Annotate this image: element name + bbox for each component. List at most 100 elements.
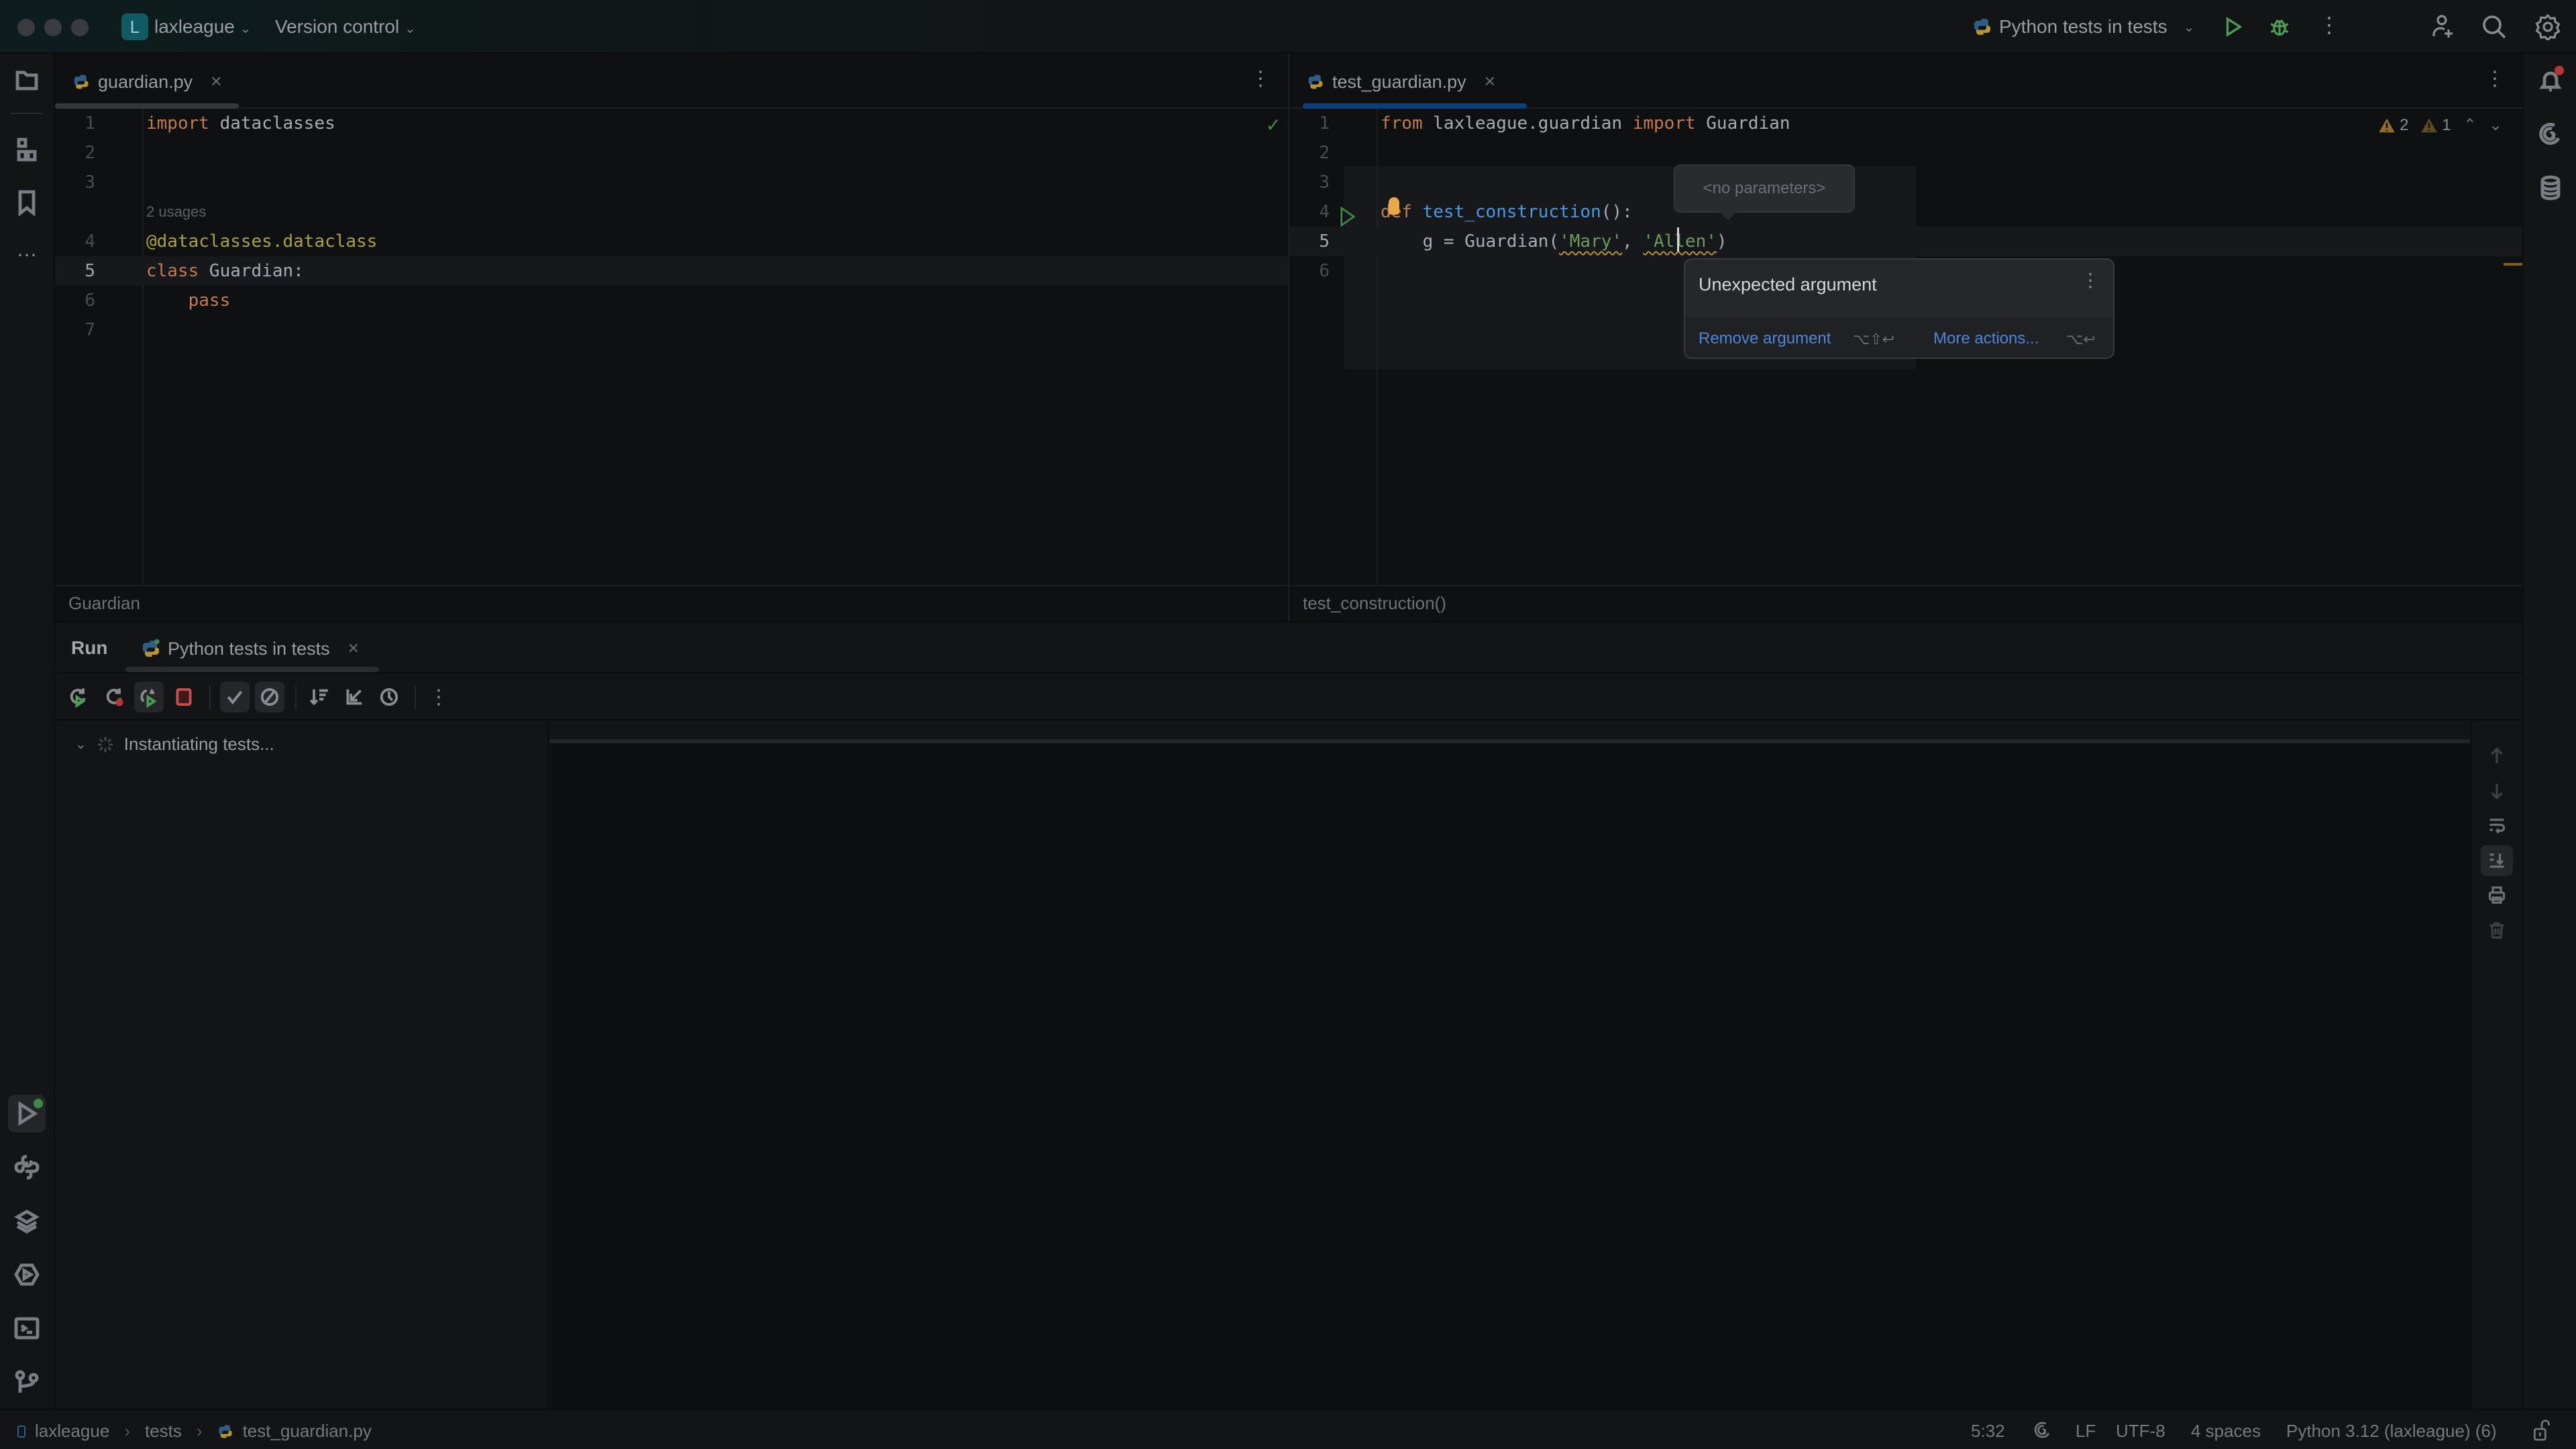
rerun-failed-button[interactable] [99,682,129,712]
soft-wrap-button[interactable] [2481,810,2513,841]
line-number[interactable]: 4 [55,227,95,256]
run-config-selector[interactable]: Python tests in tests ⌄ [1972,16,2194,38]
close-icon[interactable]: ✕ [1484,73,1496,91]
show-passed-button[interactable] [220,682,250,712]
python-packages-button[interactable] [8,1202,46,1240]
ai-assistant-button[interactable] [2532,115,2569,153]
sort-button[interactable] [305,682,334,712]
test-history-button[interactable] [374,682,404,712]
git-button[interactable] [8,1363,46,1401]
clear-console-button[interactable] [2481,915,2513,946]
line-number[interactable]: 5 [1289,227,1330,256]
line-number[interactable]: 5 [55,256,95,286]
line-separator[interactable]: LF [2076,1421,2096,1442]
window-close-button[interactable] [17,19,35,36]
stop-button[interactable] [169,682,199,712]
more-tools-button[interactable]: ⋯ [8,236,46,274]
code-with-me-button[interactable] [2430,12,2457,45]
project-switcher[interactable]: laxleague ⌄ [154,16,251,38]
line-number[interactable]: 1 [1289,109,1330,138]
code-line[interactable]: 5 class Guardian: [55,256,1288,286]
scroll-down-button[interactable] [2481,775,2513,806]
tab-guardian-py[interactable]: guardian.py ✕ [72,67,223,97]
file-encoding[interactable]: UTF-8 [2116,1421,2165,1442]
breadcrumb-project[interactable]: laxleague [35,1421,109,1442]
search-button[interactable] [2481,13,2508,44]
code-line[interactable]: 2 [1289,138,2522,168]
debug-button[interactable] [2267,13,2292,42]
project-tool-button[interactable] [8,62,46,99]
services-button[interactable] [8,1256,46,1293]
breadcrumb-file[interactable]: test_guardian.py [243,1421,372,1442]
code-line[interactable]: 3 [1289,168,2522,197]
code-line[interactable]: 4 def test_construction(): [1289,197,2522,227]
import-tests-button[interactable] [339,682,369,712]
close-icon[interactable]: ✕ [210,73,222,91]
intention-bulb-icon[interactable] [1389,197,1399,215]
readonly-toggle[interactable] [2533,1419,2551,1446]
usages-inlay-hint[interactable]: 2 usages [55,197,1288,227]
cursor-position[interactable]: 5:32 [1971,1421,2005,1442]
code-line[interactable]: 5 g = Guardian('Mary', 'Allen') [1289,227,2522,256]
scroll-to-end-button[interactable] [2481,845,2513,876]
breadcrumb-folder[interactable]: tests [145,1421,182,1442]
test-tree-row[interactable]: ⌄ Instantiating tests... [75,734,274,755]
line-number[interactable]: 2 [1289,138,1330,168]
run-button[interactable] [2222,15,2245,42]
chevron-down-icon[interactable]: ⌄ [75,736,87,753]
run-panel-title: Run [71,637,108,658]
tooltip-options-button[interactable]: ⋮ [2081,269,2100,291]
more-actions-button[interactable]: ⋮ [2318,12,2340,38]
editor-options-button[interactable]: ⋮ [2485,67,2505,91]
line-number[interactable]: 3 [1289,168,1330,197]
console-output[interactable] [550,722,2470,1410]
vcs-menu[interactable]: Version control ⌄ [275,16,416,38]
run-more-button[interactable]: ⋮ [424,682,453,712]
window-minimize-button[interactable] [44,19,62,36]
python-console-button[interactable] [8,1148,46,1186]
settings-button[interactable] [2534,13,2561,44]
line-number[interactable]: 6 [1289,256,1330,286]
indent-setting[interactable]: 4 spaces [2191,1421,2261,1442]
line-number[interactable]: 2 [55,138,95,168]
project-badge[interactable]: L [121,13,148,40]
more-actions-link[interactable]: More actions... [1933,329,2039,348]
editor-options-button[interactable]: ⋮ [1250,67,1271,91]
show-ignored-button[interactable] [255,682,284,712]
scroll-up-button[interactable] [2481,741,2513,771]
print-button[interactable] [2481,880,2513,911]
notifications-button[interactable] [2532,62,2569,99]
run-tab-python-tests[interactable]: Python tests in tests ✕ [141,637,360,660]
play-icon [2226,17,2243,37]
code-line[interactable]: 6 pass [55,286,1288,315]
terminal-button[interactable] [8,1309,46,1347]
python-interpreter[interactable]: Python 3.12 (laxleague) (6) [2286,1421,2497,1442]
line-number[interactable]: 7 [55,315,95,345]
window-zoom-button[interactable] [71,19,89,36]
code-line[interactable]: 4 @dataclasses.dataclass [55,227,1288,256]
breadcrumb-item[interactable]: test_construction() [1303,593,1446,613]
toggle-auto-test-button[interactable] [134,682,164,712]
code-line[interactable]: 1 import dataclasses [55,109,1288,138]
layers-icon [14,1210,40,1234]
structure-tool-button[interactable] [8,131,46,169]
remove-argument-link[interactable]: Remove argument [1699,329,1831,348]
line-number[interactable]: 4 [1289,197,1330,227]
bookmarks-tool-button[interactable] [8,184,46,221]
code-line[interactable]: 3 [55,168,1288,197]
close-icon[interactable]: ✕ [347,640,360,657]
tab-test-guardian-py[interactable]: test_guardian.py ✕ [1307,67,1496,97]
line-number[interactable]: 3 [55,168,95,197]
line-number[interactable]: 1 [55,109,95,138]
database-button[interactable] [2532,169,2569,207]
ai-status-button[interactable] [2033,1419,2053,1446]
code-line[interactable]: 7 [55,315,1288,345]
rerun-button[interactable] [63,682,93,712]
run-tool-button[interactable] [8,1095,46,1132]
code-line[interactable]: 1 from laxleague.guardian import Guardian [1289,109,2522,138]
breadcrumb-item[interactable]: Guardian [68,593,140,613]
usages-hint-text[interactable]: 2 usages [146,197,206,227]
run-test-gutter-button[interactable] [1340,206,1356,230]
line-number[interactable]: 6 [55,286,95,315]
code-line[interactable]: 2 [55,138,1288,168]
